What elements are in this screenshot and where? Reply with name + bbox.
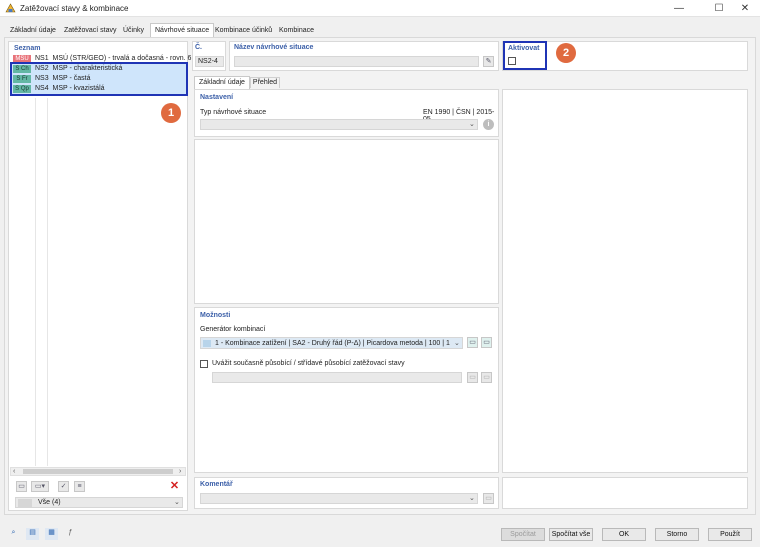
tab-design-situations[interactable]: Návrhové situace bbox=[150, 23, 215, 38]
maximize-button[interactable]: ☐ bbox=[708, 1, 730, 16]
edit-simultaneous-icon[interactable]: ▭ bbox=[481, 372, 492, 383]
edit-generator-icon[interactable]: ▭ bbox=[481, 337, 492, 348]
right-panel bbox=[502, 89, 748, 473]
apply-button[interactable]: Použít bbox=[708, 528, 752, 541]
design-type-label: Typ návrhové situace bbox=[200, 109, 267, 116]
new-item-icon[interactable]: ▭ bbox=[16, 481, 27, 492]
info-icon[interactable]: i bbox=[483, 119, 494, 130]
tab-load-combinations[interactable]: Kombinace zatížení bbox=[275, 24, 334, 47]
generator-dropdown[interactable]: 1 - Kombinace zatížení | SA2 - Druhý řád… bbox=[200, 337, 463, 349]
tab-action-combinations[interactable]: Kombinace účinků bbox=[211, 24, 276, 37]
copy-item-icon[interactable]: ▭▾ bbox=[31, 481, 49, 492]
highlight-box bbox=[503, 41, 547, 70]
check-all-icon[interactable]: ✓ bbox=[58, 481, 69, 492]
new-simultaneous-icon[interactable]: ▭ bbox=[467, 372, 478, 383]
simultaneous-checkbox[interactable] bbox=[200, 360, 208, 368]
comment-panel: Komentář ⌄ ▭ bbox=[194, 477, 499, 509]
tab-basic-data[interactable]: Základní údaje bbox=[6, 24, 60, 37]
edit-name-icon[interactable]: ✎ bbox=[483, 56, 494, 67]
callout-2: 2 bbox=[556, 43, 576, 63]
close-button[interactable]: ✕ bbox=[734, 1, 756, 16]
generator-label: Generátor kombinací bbox=[200, 326, 266, 333]
subtab-overview[interactable]: Přehled bbox=[250, 77, 280, 88]
design-type-dropdown[interactable]: ⌄ bbox=[200, 119, 478, 130]
settings-header: Nastavení bbox=[200, 94, 234, 101]
number-label: Č. bbox=[195, 44, 202, 51]
comment-right-panel bbox=[502, 477, 748, 509]
tree-guide-line bbox=[47, 98, 48, 466]
units-icon[interactable]: ▤ bbox=[26, 528, 39, 540]
app-icon bbox=[5, 3, 16, 13]
filter-dropdown[interactable]: Vše (4) ⌄ bbox=[15, 497, 183, 508]
list-item-label: MSÚ (STR/GEO) - trvalá a dočasná - rovn.… bbox=[52, 55, 202, 62]
scrollbar-thumb[interactable] bbox=[23, 469, 173, 474]
options-header: Možnosti bbox=[200, 312, 231, 319]
calculate-all-button[interactable]: Spočítat vše bbox=[549, 528, 593, 541]
chevron-down-icon: ⌄ bbox=[469, 495, 475, 502]
chevron-down-icon: ⌄ bbox=[454, 340, 460, 347]
window-title: Zatěžovací stavy & kombinace bbox=[20, 4, 129, 13]
comment-header: Komentář bbox=[200, 481, 233, 488]
number-panel: Č. NS2-4 bbox=[192, 41, 226, 71]
ok-button[interactable]: OK bbox=[602, 528, 646, 541]
name-input[interactable] bbox=[234, 56, 479, 67]
simultaneous-label: Uvážit současně působící / střídavé půso… bbox=[212, 360, 405, 367]
search-icon[interactable]: ⌕ bbox=[7, 528, 20, 540]
scroll-right-icon[interactable]: › bbox=[179, 468, 181, 475]
options-panel: Možnosti Generátor kombinací 1 - Kombina… bbox=[194, 307, 499, 473]
new-generator-icon[interactable]: ▭ bbox=[467, 337, 478, 348]
list-header: Seznam bbox=[14, 45, 41, 52]
name-label: Název návrhové situace bbox=[234, 44, 314, 51]
scroll-left-icon[interactable]: ‹ bbox=[13, 468, 15, 475]
list-item-id: NS1 bbox=[35, 55, 49, 62]
title-bar: Zatěžovací stavy & kombinace — ☐ ✕ bbox=[0, 0, 760, 17]
settings-panel: Nastavení Typ návrhové situace EN 1990 |… bbox=[194, 89, 499, 137]
filter-swatch bbox=[18, 499, 32, 507]
highlight-box bbox=[10, 62, 188, 96]
tab-load-cases[interactable]: Zatěžovací stavy bbox=[60, 24, 121, 37]
callout-1: 1 bbox=[161, 103, 181, 123]
subtab-basic-data[interactable]: Základní údaje bbox=[194, 76, 250, 89]
chevron-down-icon: ⌄ bbox=[174, 499, 180, 506]
filter-value: Vše (4) bbox=[38, 499, 61, 506]
numbering-icon[interactable]: ▦ bbox=[45, 528, 58, 540]
tab-actions[interactable]: Účinky bbox=[119, 24, 148, 37]
uncheck-all-icon[interactable]: ≡ bbox=[74, 481, 85, 492]
comment-library-icon[interactable]: ▭ bbox=[483, 493, 494, 504]
minimize-button[interactable]: — bbox=[668, 1, 690, 16]
chevron-down-icon: ⌄ bbox=[469, 121, 475, 128]
number-field[interactable]: NS2-4 bbox=[195, 56, 224, 67]
comment-dropdown[interactable]: ⌄ bbox=[200, 493, 478, 504]
generator-swatch bbox=[203, 340, 211, 347]
calculate-button[interactable]: Spočítat bbox=[501, 528, 545, 541]
simultaneous-field[interactable] bbox=[212, 372, 462, 383]
delete-icon[interactable]: ✕ bbox=[168, 480, 181, 492]
generator-value: 1 - Kombinace zatížení | SA2 - Druhý řád… bbox=[215, 340, 450, 347]
formula-icon[interactable]: ƒ bbox=[64, 528, 77, 540]
content-panel bbox=[194, 139, 499, 304]
name-panel: Název návrhové situace ✎ bbox=[229, 41, 499, 71]
main-tabs: Základní údaje Zatěžovací stavy Účinky N… bbox=[4, 23, 334, 47]
list-horizontal-scrollbar[interactable]: ‹ › bbox=[10, 467, 186, 476]
cancel-button[interactable]: Storno bbox=[655, 528, 699, 541]
tree-guide-line bbox=[35, 98, 36, 466]
